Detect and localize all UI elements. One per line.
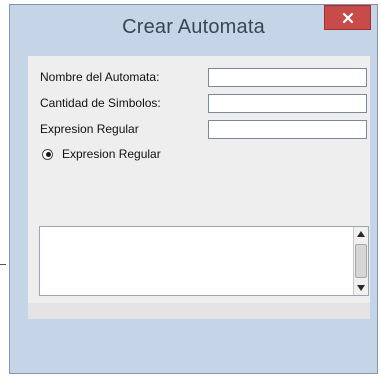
status-strip — [28, 303, 370, 319]
expresion-radio[interactable]: Expresion Regular — [42, 144, 161, 164]
vertical-scrollbar[interactable] — [353, 227, 368, 295]
scroll-thumb[interactable] — [355, 244, 367, 278]
arrow-up-icon — [357, 231, 365, 237]
arrow-down-icon — [357, 285, 365, 291]
content-panel: Nombre del Automata: Cantidad de Simbolo… — [28, 56, 370, 319]
scroll-down-button[interactable] — [354, 281, 368, 295]
expresion-label: Expresion Regular — [40, 122, 139, 136]
cantidad-label: Cantidad de Simbolos: — [40, 96, 161, 110]
field-row-cantidad: Cantidad de Simbolos: — [28, 91, 370, 113]
radio-selected-dot — [45, 152, 51, 157]
background-edge-mark — [0, 264, 6, 265]
title-bar[interactable]: Crear Automata — [10, 5, 377, 45]
radio-button-icon[interactable] — [42, 148, 53, 160]
expresion-radio-label[interactable]: Expresion Regular — [62, 147, 161, 161]
output-text[interactable] — [44, 230, 350, 292]
nombre-label: Nombre del Automata: — [40, 70, 160, 84]
output-text-area[interactable] — [39, 226, 369, 296]
scroll-up-button[interactable] — [354, 227, 368, 241]
field-row-expresion: Expresion Regular — [28, 117, 370, 139]
nombre-input[interactable] — [208, 68, 367, 87]
cantidad-input[interactable] — [208, 94, 367, 113]
dialog-window: Crear Automata Nombre del Automata: Cant… — [9, 4, 378, 374]
expresion-input[interactable] — [208, 120, 367, 139]
close-x-icon — [342, 12, 353, 23]
window-title: Crear Automata — [122, 16, 265, 38]
field-row-nombre: Nombre del Automata: — [28, 65, 370, 87]
close-button[interactable] — [324, 5, 371, 30]
